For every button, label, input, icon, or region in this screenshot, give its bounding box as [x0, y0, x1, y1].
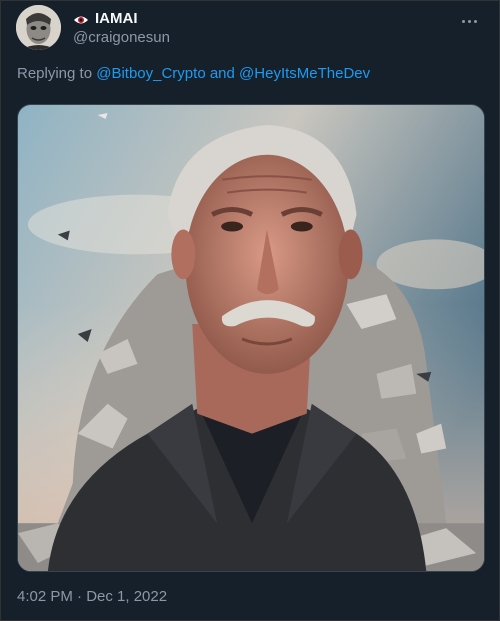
tweet-card: IAMAI @craigonesun Replying to @Bitboy_C…	[0, 0, 500, 621]
tweet-photo[interactable]	[17, 104, 485, 572]
replying-prefix: Replying to	[17, 65, 93, 82]
more-options-icon[interactable]	[457, 9, 481, 33]
mention-link-heyitsmethedev[interactable]: @HeyItsMeTheDev	[239, 65, 370, 82]
replying-to-line: Replying to @Bitboy_Crypto and @HeyItsMe…	[17, 64, 370, 84]
display-name[interactable]: IAMAI	[95, 10, 138, 28]
author-name-row[interactable]: IAMAI	[73, 10, 138, 28]
mention-link-bitboy[interactable]: @Bitboy_Crypto	[96, 65, 205, 82]
eye-icon	[73, 13, 89, 25]
replying-joiner: and	[209, 65, 235, 82]
author-handle[interactable]: @craigonesun	[73, 29, 170, 47]
tweet-timestamp[interactable]: 4:02 PM · Dec 1, 2022	[17, 587, 167, 607]
avatar[interactable]	[16, 5, 61, 50]
